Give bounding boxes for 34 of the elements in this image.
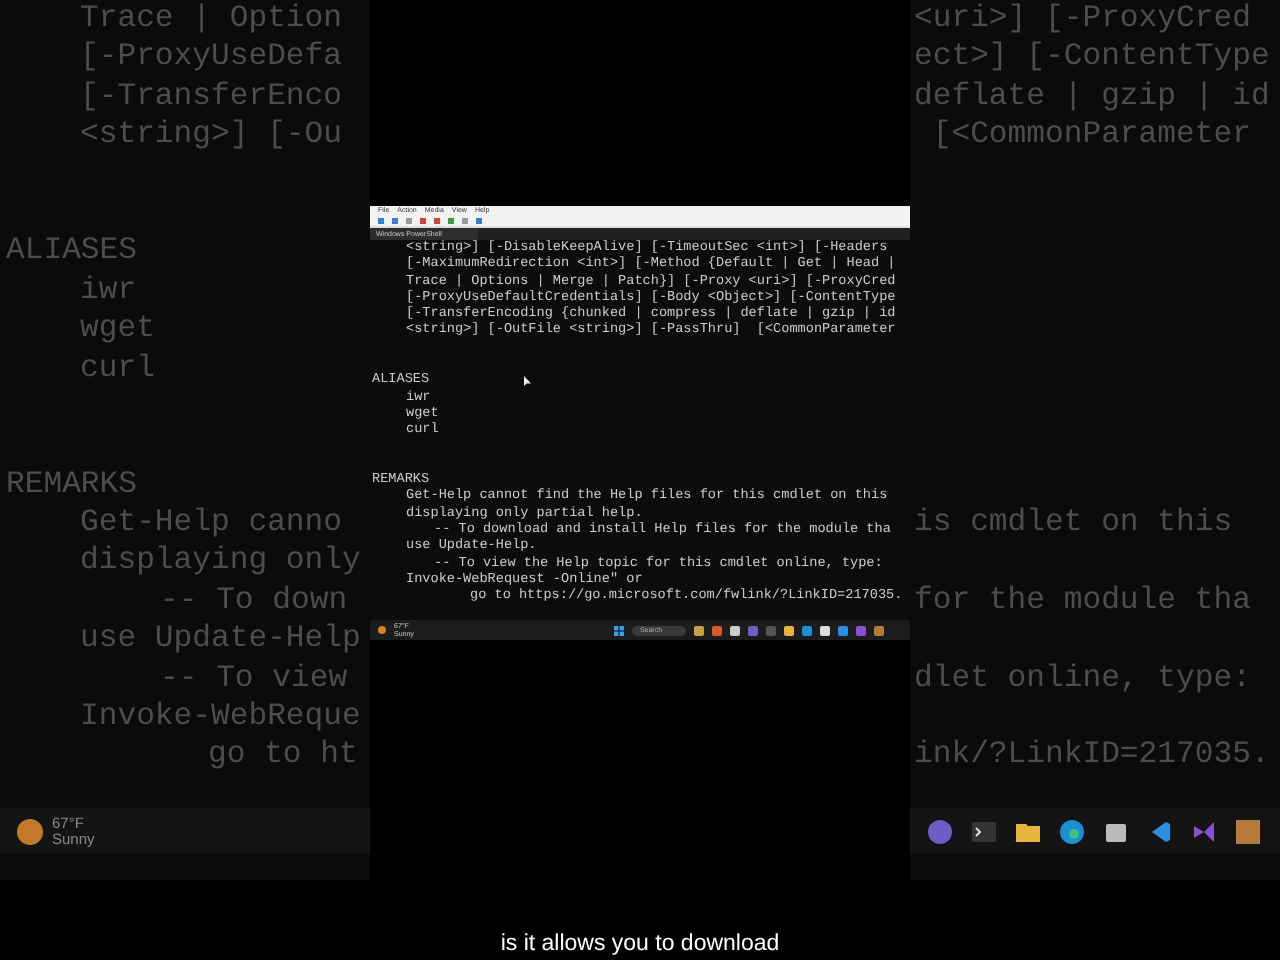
terminal-text: iwr: [80, 271, 137, 308]
sun-icon[interactable]: [16, 817, 44, 845]
start-icon[interactable]: [613, 625, 624, 635]
terminal-text: <uri>] [-ProxyCred: [914, 0, 1251, 36]
terminal-text: go to ht: [208, 736, 358, 773]
terminal-text: -- To down: [160, 581, 348, 618]
ide-icon[interactable]: [1190, 817, 1218, 845]
terminal-text: Get-Help canno: [80, 504, 343, 541]
terminal-text: ALIASES: [6, 232, 138, 269]
terminal-text: <string>] [-Ou: [80, 116, 343, 153]
terminal-text: for the module tha: [914, 581, 1251, 618]
terminal-text: displaying only: [80, 542, 361, 579]
terminal-text: deflate | gzip | id: [914, 77, 1270, 114]
terminal-text: -- To view: [160, 659, 348, 696]
terminal-text: curl: [80, 349, 155, 386]
app-icon[interactable]: [1234, 817, 1262, 845]
terminal-text: [<CommonParameter: [930, 116, 1251, 153]
video-caption: is it allows you to download: [500, 932, 780, 956]
chat-icon[interactable]: [926, 817, 954, 845]
terminal-icon[interactable]: [970, 817, 998, 845]
terminal-text: Trace | Option: [80, 0, 343, 36]
browser-icon[interactable]: [1058, 817, 1086, 845]
terminal-text: ect>] [-ContentType: [914, 38, 1270, 75]
terminal-text: use Update-Help: [80, 620, 361, 657]
terminal-text: [-TransferEnco: [80, 77, 343, 114]
terminal-text: Invoke-WebReque: [80, 698, 361, 735]
terminal-text: REMARKS: [6, 465, 138, 502]
terminal-text: ink/?LinkID=217035.: [914, 736, 1270, 773]
terminal-text: is cmdlet on this: [914, 504, 1233, 541]
terminal-text: dlet online, type:: [914, 659, 1251, 696]
sun-icon[interactable]: [378, 626, 386, 634]
terminal-text: wget: [80, 310, 155, 347]
terminal-text: [-ProxyUseDefa: [80, 38, 343, 75]
mouse-cursor-icon: [524, 376, 532, 386]
